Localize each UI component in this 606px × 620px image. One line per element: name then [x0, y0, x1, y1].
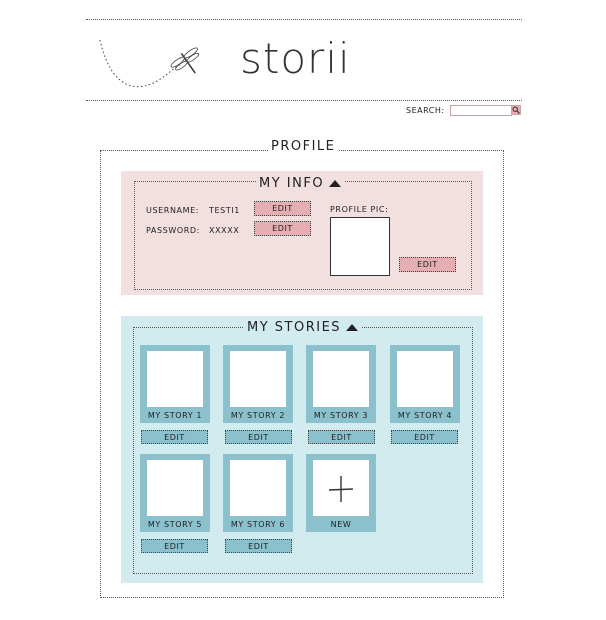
search-button[interactable] — [511, 105, 521, 115]
story-thumbnail[interactable] — [147, 351, 203, 407]
edit-username-button[interactable]: EDIT — [254, 201, 311, 216]
magnifier-icon — [512, 106, 520, 114]
story-card[interactable]: MY STORY 1 — [140, 345, 210, 423]
story-thumbnail[interactable] — [397, 351, 453, 407]
header-bottom-divider — [86, 100, 522, 101]
story-title: MY STORY 1 — [147, 411, 203, 420]
search-label: SEARCH: — [406, 106, 445, 115]
search-input[interactable] — [450, 105, 512, 116]
story-card[interactable]: MY STORY 4 — [390, 345, 460, 423]
edit-story-button[interactable]: EDIT — [225, 539, 292, 553]
story-thumbnail[interactable] — [147, 460, 203, 516]
plus-icon — [328, 476, 354, 502]
edit-story-button[interactable]: EDIT — [225, 430, 292, 444]
new-story-thumbnail[interactable] — [313, 460, 369, 516]
username-value: TESTI1 — [209, 206, 240, 215]
story-thumbnail[interactable] — [313, 351, 369, 407]
profile-pic-frame — [330, 217, 390, 276]
collapse-triangle-icon[interactable] — [329, 180, 342, 187]
collapse-triangle-icon[interactable] — [346, 324, 359, 331]
my-stories-header[interactable]: MY STORIES — [244, 320, 362, 335]
profile-pic-label: PROFILE PIC: — [330, 205, 389, 214]
logo-wordmark[interactable]: storii — [240, 34, 351, 83]
edit-story-button[interactable]: EDIT — [308, 430, 375, 444]
story-card[interactable]: MY STORY 6 — [223, 454, 293, 532]
my-stories-title: MY STORIES — [247, 320, 342, 335]
story-thumbnail[interactable] — [230, 460, 286, 516]
new-story-label: NEW — [330, 520, 352, 529]
story-card[interactable]: MY STORY 5 — [140, 454, 210, 532]
edit-profile-pic-button[interactable]: EDIT — [399, 257, 456, 272]
story-title: MY STORY 3 — [313, 411, 369, 420]
my-info-title: MY INFO — [259, 176, 325, 191]
story-title: MY STORY 5 — [147, 520, 203, 529]
edit-password-button[interactable]: EDIT — [254, 221, 311, 236]
my-info-header[interactable]: MY INFO — [256, 176, 345, 191]
story-title: MY STORY 2 — [230, 411, 286, 420]
profile-title: PROFILE — [268, 139, 339, 154]
story-thumbnail[interactable] — [230, 351, 286, 407]
password-value: XXXXX — [209, 226, 240, 235]
story-title: MY STORY 4 — [397, 411, 453, 420]
password-label: PASSWORD: — [146, 226, 200, 235]
edit-story-button[interactable]: EDIT — [391, 430, 458, 444]
header-top-divider — [86, 19, 522, 20]
edit-story-button[interactable]: EDIT — [141, 430, 208, 444]
new-story-card[interactable]: NEW — [306, 454, 376, 532]
story-card[interactable]: MY STORY 2 — [223, 345, 293, 423]
story-title: MY STORY 6 — [230, 520, 286, 529]
edit-story-button[interactable]: EDIT — [141, 539, 208, 553]
dragonfly-logo-icon — [99, 39, 200, 88]
story-card[interactable]: MY STORY 3 — [306, 345, 376, 423]
username-label: USERNAME: — [146, 206, 200, 215]
